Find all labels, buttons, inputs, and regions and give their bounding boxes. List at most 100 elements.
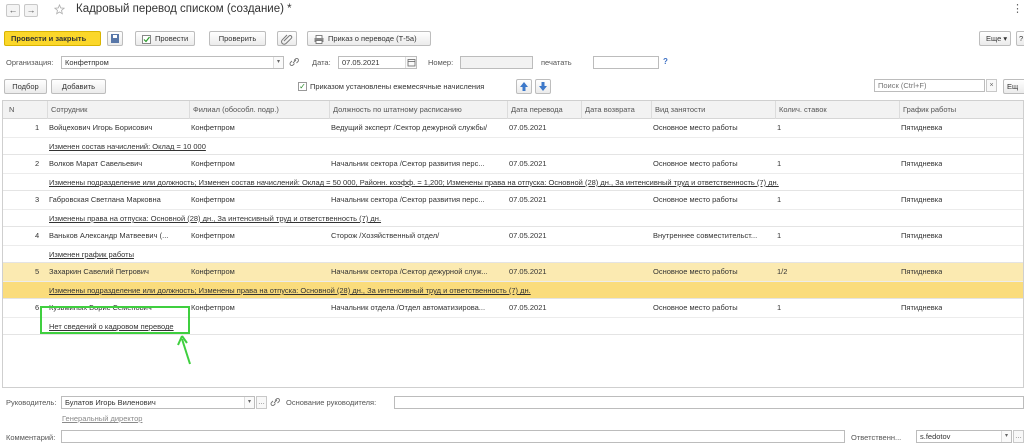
post-icon	[142, 34, 151, 44]
row-branch: Конфетпром	[191, 303, 235, 312]
employees-table: N Сотрудник Филиал (обособл. подр.) Долж…	[2, 100, 1024, 388]
row-number: 2	[35, 159, 40, 168]
arrow-right-icon: →	[26, 5, 36, 15]
help-button[interactable]: ?	[1016, 31, 1024, 46]
arrow-left-icon: ←	[8, 5, 18, 15]
responsible-field[interactable]: s.fedotov ▾	[916, 430, 1012, 443]
chevron-down-icon: ▾	[1003, 34, 1008, 43]
attach-button[interactable]	[277, 31, 297, 46]
table-row[interactable]: 4 Ваньков Александр Матвеевич (... Конфе…	[3, 227, 1023, 263]
table-row-selected[interactable]: 5 Захаркин Савелий Петрович Конфетпром Н…	[3, 263, 1023, 299]
row-rates: 1/2	[777, 267, 788, 276]
table-header: N Сотрудник Филиал (обособл. подр.) Долж…	[3, 101, 1023, 119]
row-number: 1	[35, 123, 40, 132]
manager-field[interactable]: Булатов Игорь Виленович ▾	[61, 396, 255, 409]
forward-button[interactable]: →	[24, 4, 38, 17]
row-branch: Конфетпром	[191, 231, 235, 240]
row-position: Начальник сектора /Сектор дежурной служ.…	[331, 267, 488, 276]
row-changes-link[interactable]: Изменен график работы	[49, 250, 134, 259]
row-schedule: Пятидневка	[901, 303, 943, 312]
col-n[interactable]: N	[3, 101, 47, 119]
open-link-icon[interactable]	[289, 57, 299, 68]
monthly-accruals-checkbox[interactable]: ✓	[298, 82, 307, 91]
manager-label: Руководитель:	[6, 398, 57, 407]
col-employee[interactable]: Сотрудник	[47, 101, 189, 119]
save-icon	[111, 34, 119, 43]
col-transfer-date[interactable]: Дата перевода	[507, 101, 581, 119]
dropdown-arrow-icon[interactable]: ▾	[1001, 431, 1011, 442]
col-position[interactable]: Должность по штатному расписанию	[329, 101, 507, 119]
number-field[interactable]	[460, 56, 533, 69]
row-changes-link[interactable]: Изменены подразделение или должность; Из…	[49, 178, 779, 187]
printer-icon	[314, 34, 324, 44]
row-position: Начальник сектора /Сектор развития перс.…	[331, 195, 485, 204]
responsible-select-button[interactable]: …	[1013, 430, 1024, 443]
post-and-close-button[interactable]: Провести и закрыть	[4, 31, 101, 46]
row-schedule: Пятидневка	[901, 267, 943, 276]
col-schedule[interactable]: График работы	[899, 101, 1023, 119]
col-rates[interactable]: Колич. ставок	[775, 101, 899, 119]
table-row[interactable]: 2 Волков Марат Савельевич Конфетпром Нач…	[3, 155, 1023, 191]
more-vert-icon[interactable]: ⋮	[1012, 2, 1023, 15]
add-button[interactable]: Добавить	[51, 79, 106, 94]
row-position: Начальник отдела /Отдел автоматизирова..…	[331, 303, 486, 312]
row-number: 4	[35, 231, 40, 240]
table-row[interactable]: 3 Габровская Светлана Марковна Конфетпро…	[3, 191, 1023, 227]
basis-label: Основание руководителя:	[286, 398, 377, 407]
comment-field[interactable]	[61, 430, 845, 443]
row-number: 5	[35, 267, 40, 276]
basis-field[interactable]	[394, 396, 1024, 409]
dropdown-arrow-icon[interactable]: ▾	[244, 397, 254, 408]
row-schedule: Пятидневка	[901, 231, 943, 240]
table-row[interactable]: 1 Войцехович Игорь Борисович Конфетпром …	[3, 119, 1023, 155]
print-field[interactable]	[593, 56, 659, 69]
move-down-button[interactable]	[535, 79, 551, 94]
number-label: Номер:	[428, 58, 454, 67]
row-branch: Конфетпром	[191, 267, 235, 276]
col-employment[interactable]: Вид занятости	[651, 101, 775, 119]
list-more-button[interactable]: Ещ	[1003, 79, 1024, 94]
row-rates: 1	[777, 195, 782, 204]
manager-select-button[interactable]: …	[256, 396, 267, 409]
col-return-date[interactable]: Дата возврата	[581, 101, 651, 119]
arrow-up-icon	[520, 82, 528, 91]
save-button[interactable]	[107, 31, 123, 46]
star-icon[interactable]	[53, 3, 66, 15]
row-employee: Ваньков Александр Матвеевич (...	[49, 231, 169, 240]
row-number: 6	[35, 303, 40, 312]
select-button[interactable]: Подбор	[4, 79, 47, 94]
org-field[interactable]: Конфетпром ▾	[61, 56, 284, 69]
more-button[interactable]: Еще ▾	[979, 31, 1011, 46]
print-order-button[interactable]: Приказ о переводе (Т-5а)	[307, 31, 431, 46]
row-changes-link[interactable]: Изменены подразделение или должность; Из…	[49, 286, 531, 295]
clear-search-icon[interactable]: ×	[986, 79, 997, 92]
row-changes-link[interactable]: Изменены права на отпуска: Основной (28)…	[49, 214, 381, 223]
row-position: Начальник сектора /Сектор развития перс.…	[331, 159, 485, 168]
row-number: 3	[35, 195, 40, 204]
row-employment: Основное место работы	[653, 267, 738, 276]
org-label: Организация:	[6, 58, 54, 67]
row-employee: Волков Марат Савельевич	[49, 159, 143, 168]
help-icon[interactable]: ?	[663, 57, 668, 66]
check-button[interactable]: Проверить	[209, 31, 266, 46]
monthly-accruals-label: Приказом установлены ежемесячные начисле…	[310, 82, 485, 91]
date-field[interactable]: 07.05.2021	[338, 56, 417, 69]
search-input[interactable]	[874, 79, 985, 92]
row-rates: 1	[777, 159, 782, 168]
arrow-down-icon	[539, 82, 547, 91]
row-position: Ведущий эксперт /Сектор дежурной службы/	[331, 123, 488, 132]
manager-position-link[interactable]: Генеральный директор	[62, 414, 142, 423]
row-employment: Основное место работы	[653, 303, 738, 312]
calendar-icon[interactable]	[405, 57, 416, 68]
row-branch: Конфетпром	[191, 123, 235, 132]
move-up-button[interactable]	[516, 79, 532, 94]
dropdown-arrow-icon[interactable]: ▾	[273, 57, 283, 68]
col-branch[interactable]: Филиал (обособл. подр.)	[189, 101, 329, 119]
row-employment: Основное место работы	[653, 123, 738, 132]
post-button[interactable]: Провести	[135, 31, 195, 46]
open-link-icon[interactable]	[270, 397, 280, 408]
row-branch: Конфетпром	[191, 159, 235, 168]
back-button[interactable]: ←	[6, 4, 20, 17]
row-changes-link[interactable]: Изменен состав начислений: Оклад = 10 00…	[49, 142, 206, 151]
row-transfer-date: 07.05.2021	[509, 303, 547, 312]
